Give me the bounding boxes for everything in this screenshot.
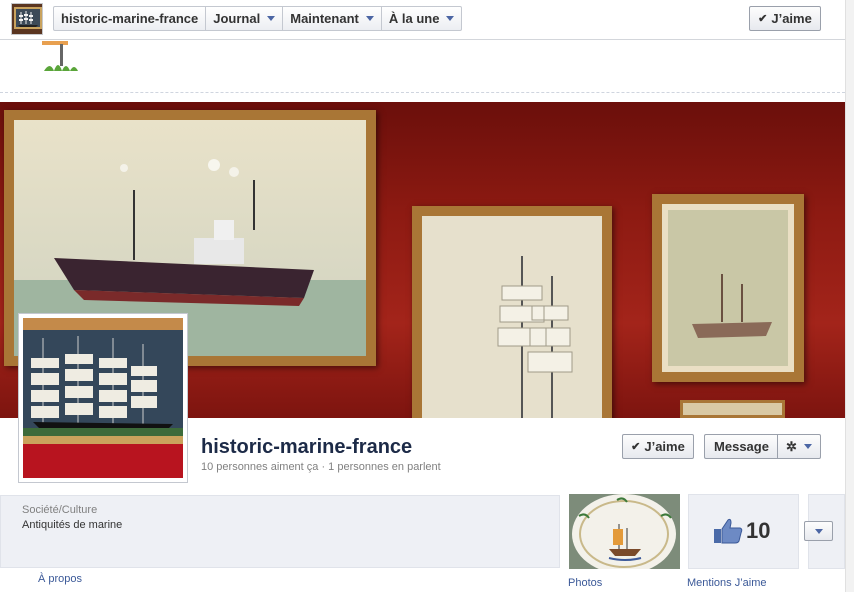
- like-label: J’aime: [644, 439, 685, 454]
- likes-tile[interactable]: [688, 494, 799, 569]
- chevron-down-icon: [365, 16, 374, 21]
- chevron-down-icon: [803, 444, 812, 449]
- photos-tab-label[interactable]: Photos: [568, 577, 602, 589]
- breadcrumb-highlights[interactable]: À la une: [382, 7, 462, 30]
- like-button[interactable]: ✔ J’aime: [622, 434, 694, 459]
- breadcrumb-journal[interactable]: Journal: [206, 7, 284, 30]
- likes-count: 10: [746, 518, 771, 543]
- timeline-upper-area: [0, 41, 845, 93]
- chevron-down-icon: [446, 16, 455, 21]
- breadcrumb-page[interactable]: historic-marine-france: [54, 7, 207, 30]
- page-description: Antiquités de marine: [22, 519, 123, 531]
- chevron-down-icon: [267, 16, 276, 21]
- breadcrumb-label: historic-marine-france: [61, 11, 199, 26]
- page-category: Société/Culture: [22, 504, 98, 516]
- breadcrumb-label: Maintenant: [290, 11, 359, 26]
- about-box[interactable]: Société/Culture Antiquités de marine: [0, 495, 560, 568]
- breadcrumb-label: Journal: [213, 11, 261, 26]
- settings-button[interactable]: ✲: [777, 434, 821, 459]
- page-thumbnail[interactable]: [11, 3, 43, 35]
- like-label: J’aime: [771, 11, 812, 26]
- message-label: Message: [714, 439, 769, 454]
- breadcrumb-label: À la une: [388, 11, 440, 26]
- gear-icon: ✲: [786, 438, 797, 454]
- breadcrumb-now[interactable]: Maintenant: [283, 7, 382, 30]
- page-title: historic-marine-france: [201, 436, 413, 458]
- chevron-down-icon: [814, 528, 823, 534]
- cover-painting-liner: [652, 194, 804, 382]
- profile-image: [23, 318, 183, 478]
- photos-tile[interactable]: [569, 494, 680, 569]
- scrollbar[interactable]: [845, 0, 854, 592]
- message-button[interactable]: Message: [704, 434, 778, 459]
- breadcrumb: historic-marine-france Journal Maintenan…: [53, 6, 463, 31]
- check-icon: ✔: [631, 441, 641, 453]
- page-header-bar: historic-marine-france Journal Maintenan…: [0, 0, 845, 40]
- profile-picture[interactable]: [18, 313, 188, 483]
- about-link[interactable]: À propos: [38, 573, 82, 585]
- likes-tab-label[interactable]: Mentions J’aime: [687, 577, 766, 589]
- top-like-button[interactable]: ✔ J’aime: [749, 6, 821, 31]
- plant-icon: [42, 41, 78, 71]
- expand-tiles-button[interactable]: [804, 521, 833, 541]
- check-icon: ✔: [758, 13, 768, 25]
- cover-painting-edge: [680, 400, 785, 418]
- page-stats: 10 personnes aiment ça · 1 personnes en …: [201, 461, 441, 473]
- thumbs-up-icon: [714, 518, 743, 544]
- cover-painting-sailship: [412, 206, 612, 418]
